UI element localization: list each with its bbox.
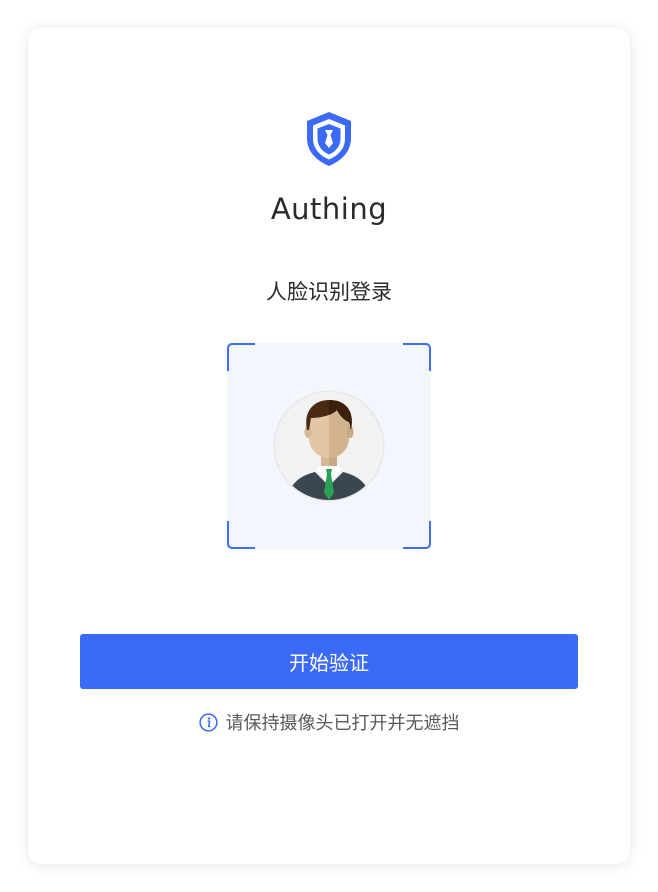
scan-corner-bottom-right xyxy=(403,521,431,549)
scan-corner-bottom-left xyxy=(227,521,255,549)
scan-corner-top-right xyxy=(403,343,431,371)
hint-text: 请保持摄像头已打开并无遮挡 xyxy=(225,713,460,734)
page: Authing 人脸识别登录 开始验证 请保持摄像头已打开并无遮挡 xyxy=(0,0,658,892)
scan-corner-top-left xyxy=(227,343,255,371)
info-icon xyxy=(198,712,218,732)
brand-name: Authing xyxy=(270,192,388,226)
start-verification-button[interactable]: 开始验证 xyxy=(80,634,578,689)
page-title: 人脸识别登录 xyxy=(266,280,392,304)
face-avatar-icon xyxy=(273,390,385,502)
shield-logo-icon xyxy=(307,112,351,166)
camera-hint: 请保持摄像头已打开并无遮挡 xyxy=(0,709,658,735)
